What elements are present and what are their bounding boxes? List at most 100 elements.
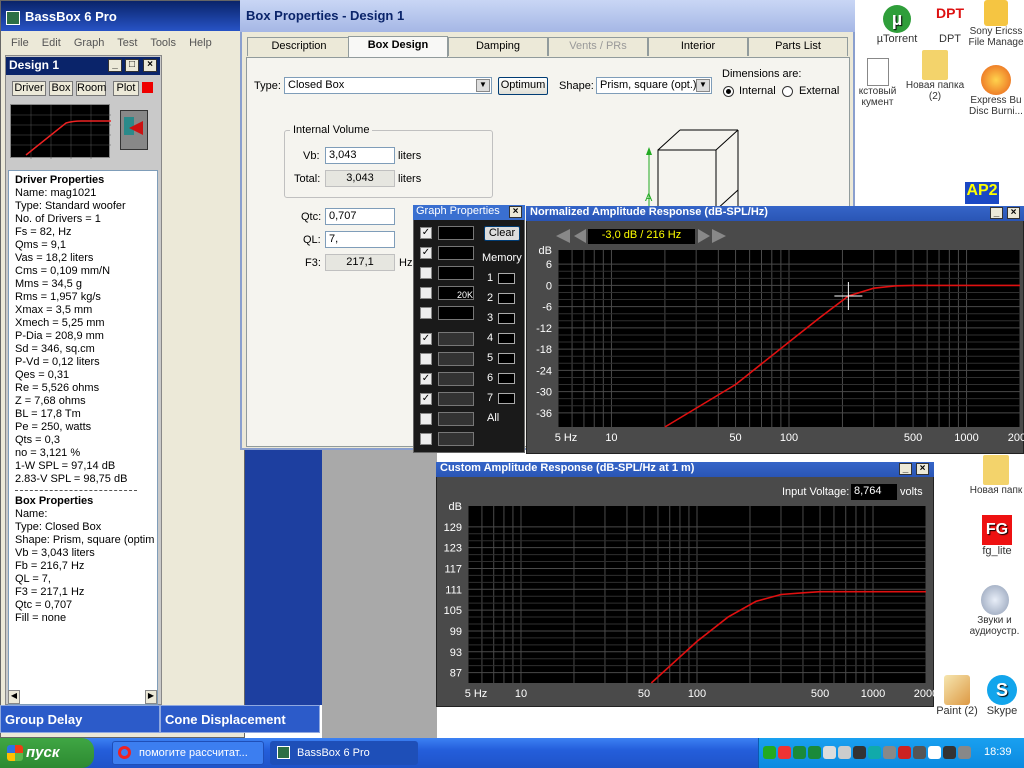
skype-icon[interactable]: S Skype	[982, 675, 1022, 717]
qtc-input[interactable]: 0,707	[325, 208, 395, 225]
memory-slot-button[interactable]	[498, 293, 515, 304]
graph-option-checkbox[interactable]: ✓	[420, 333, 432, 345]
external-radio[interactable]	[782, 86, 793, 97]
express-burn-icon[interactable]: Express Bu Disc Burni...	[968, 65, 1024, 117]
memory-slot-button[interactable]	[498, 313, 515, 324]
tab-vents-prs[interactable]: Vents / PRs	[548, 37, 648, 56]
graph-option-checkbox[interactable]	[420, 267, 432, 279]
scroll-right-icon[interactable]: ▶	[145, 690, 157, 704]
shape-select[interactable]: Prism, square (opt.) ▼	[596, 77, 712, 94]
minimize-icon[interactable]: _	[990, 207, 1003, 219]
tray-icon[interactable]	[808, 746, 821, 759]
folder-2-icon[interactable]: Новая папка (2)	[905, 50, 965, 102]
tray-icon[interactable]	[913, 746, 926, 759]
tab-damping[interactable]: Damping	[448, 37, 548, 56]
tray-icon[interactable]	[853, 746, 866, 759]
clear-button[interactable]: Clear	[484, 226, 520, 241]
minimize-icon[interactable]: _	[899, 463, 912, 475]
box-properties-title: Box Properties - Design 1	[240, 0, 855, 32]
chevron-down-icon[interactable]: ▼	[696, 79, 710, 92]
ql-input[interactable]: 7,	[325, 231, 395, 248]
tray-icon[interactable]	[823, 746, 836, 759]
maximize-icon[interactable]: □	[125, 59, 139, 72]
chevron-down-icon[interactable]: ▼	[476, 79, 490, 92]
ap2-icon[interactable]: AP2	[965, 182, 999, 204]
graph-option-checkbox[interactable]	[420, 353, 432, 365]
tray-icon[interactable]	[778, 746, 791, 759]
tab-description[interactable]: Description	[247, 37, 351, 56]
menu-help[interactable]: Help	[189, 37, 212, 49]
graph-option-checkbox[interactable]	[420, 433, 432, 445]
sounds-icon[interactable]: Звуки и аудиоустр.	[965, 585, 1024, 637]
y-tick-label: 87	[450, 668, 462, 680]
memory-slot-label: 1	[487, 272, 494, 284]
tray-icon[interactable]	[928, 746, 941, 759]
tab-parts-list[interactable]: Parts List	[748, 37, 848, 56]
tray-icon[interactable]	[958, 746, 971, 759]
taskbar-opera-task[interactable]: помогите рассчитат...	[112, 741, 264, 765]
fg-lite-icon[interactable]: FG fg_lite	[972, 515, 1022, 557]
utorrent-icon[interactable]: µ µTorrent	[872, 5, 922, 45]
plot-button[interactable]: Plot	[113, 81, 139, 96]
dpt-icon[interactable]: DPT DPT	[930, 5, 970, 45]
driver-property-line: 1-W SPL = 97,14 dB	[15, 460, 116, 472]
tray-icon[interactable]	[838, 746, 851, 759]
new-folder-icon[interactable]: Новая папк	[968, 455, 1024, 496]
graph-option-checkbox[interactable]: ✓	[420, 227, 432, 239]
tray-icon[interactable]	[793, 746, 806, 759]
taskbar-bassbox-task[interactable]: BassBox 6 Pro	[270, 741, 418, 765]
type-select[interactable]: Closed Box ▼	[284, 77, 492, 94]
graph-option-checkbox[interactable]	[420, 413, 432, 425]
close-icon[interactable]: ×	[916, 463, 929, 475]
cone-displacement-tab[interactable]: Cone Displacement	[160, 705, 320, 733]
normalized-response-chart[interactable]: 6 0 -6 -12 -18 -24 -30 -36 dB 5 Hz 10 50 100 500 1000 2…	[526, 244, 1024, 454]
menu-test[interactable]: Test	[117, 37, 137, 49]
optimum-button[interactable]: Optimum	[498, 77, 548, 95]
text-document-icon[interactable]: кстовый кумент	[855, 58, 900, 108]
tray-icon[interactable]	[943, 746, 956, 759]
memory-slot-button[interactable]	[498, 273, 515, 284]
memory-slot-button[interactable]	[498, 333, 515, 344]
group-delay-tab[interactable]: Group Delay	[0, 705, 160, 733]
tab-interior[interactable]: Interior	[648, 37, 748, 56]
driver-property-line: Re = 5,526 ohms	[15, 382, 100, 394]
memory-slot-button[interactable]	[498, 373, 515, 384]
scroll-left-icon[interactable]: ◀	[8, 690, 20, 704]
divider	[15, 490, 137, 491]
tray-icon[interactable]	[868, 746, 881, 759]
x-tick-label: 10	[605, 432, 617, 444]
graph-option-checkbox[interactable]: ✓	[420, 373, 432, 385]
custom-response-chart[interactable]: 129 123 117 111 105 99 93 87 dB 5 Hz 10 50 100 500 100…	[436, 500, 934, 707]
driver-button[interactable]: Driver	[12, 81, 46, 96]
graph-option-checkbox[interactable]	[420, 307, 432, 319]
plot-color-swatch[interactable]	[142, 82, 153, 93]
x-tick-label: 1000	[861, 688, 885, 700]
vb-input[interactable]: 3,043	[325, 147, 395, 164]
menu-file[interactable]: File	[11, 37, 29, 49]
x-tick-label: 500	[904, 432, 922, 444]
menu-tools[interactable]: Tools	[150, 37, 176, 49]
internal-radio[interactable]	[723, 86, 734, 97]
tray-icon[interactable]	[763, 746, 776, 759]
graph-option-checkbox[interactable]	[420, 287, 432, 299]
close-icon[interactable]: ×	[143, 59, 157, 72]
close-icon[interactable]: ×	[1007, 207, 1020, 219]
tray-icon[interactable]	[883, 746, 896, 759]
tray-icon[interactable]	[898, 746, 911, 759]
tab-box-design[interactable]: Box Design	[348, 36, 448, 57]
sony-ericsson-icon[interactable]: Sony Ericss File Manage	[968, 0, 1024, 48]
menu-edit[interactable]: Edit	[42, 37, 61, 49]
close-icon[interactable]: ×	[509, 206, 522, 218]
menu-bar: File Edit Graph Test Tools Help	[11, 37, 241, 49]
paint-icon[interactable]: Paint (2)	[934, 675, 980, 717]
room-button[interactable]: Room	[76, 81, 106, 96]
menu-graph[interactable]: Graph	[74, 37, 105, 49]
memory-slot-button[interactable]	[498, 353, 515, 364]
type-label: Type:	[254, 80, 281, 92]
memory-slot-button[interactable]	[498, 393, 515, 404]
input-voltage-field[interactable]: 8,764	[851, 484, 897, 500]
box-button[interactable]: Box	[49, 81, 73, 96]
graph-option-checkbox[interactable]: ✓	[420, 247, 432, 259]
minimize-icon[interactable]: _	[108, 59, 122, 72]
graph-option-checkbox[interactable]: ✓	[420, 393, 432, 405]
